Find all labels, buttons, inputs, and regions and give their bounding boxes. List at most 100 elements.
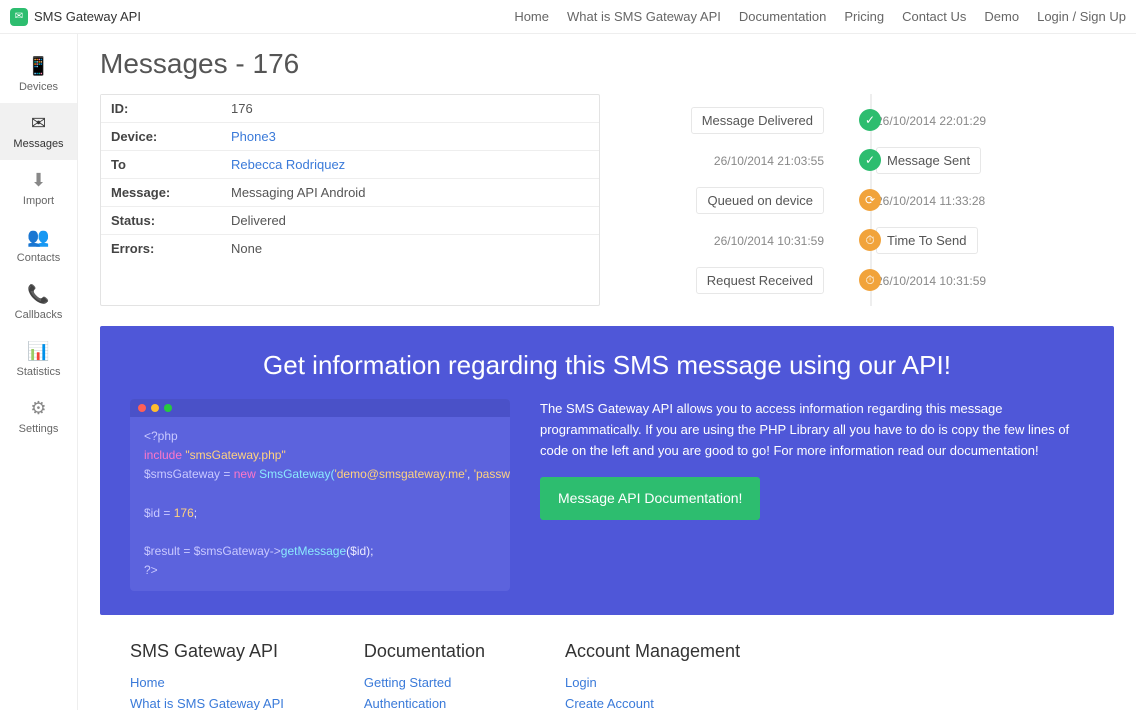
timeline-timestamp: 26/10/2014 10:31:59 xyxy=(876,274,986,288)
timeline-row: Message Delivered ✓ 26/10/2014 22:01:29 xyxy=(626,100,1114,140)
detail-row-message: Message: Messaging API Android xyxy=(101,179,599,207)
nav-demo[interactable]: Demo xyxy=(984,9,1019,24)
detail-value-device-link[interactable]: Phone3 xyxy=(221,123,599,150)
clock-icon: ⏱ xyxy=(859,269,881,291)
nav-documentation[interactable]: Documentation xyxy=(739,9,826,24)
detail-row-errors: Errors: None xyxy=(101,235,599,262)
timeline-pill-sent: Message Sent xyxy=(876,147,981,174)
download-icon: ⬇ xyxy=(31,170,46,191)
detail-value-errors: None xyxy=(221,235,599,262)
detail-section: ID: 176 Device: Phone3 To Rebecca Rodriq… xyxy=(100,94,1114,306)
timeline-row: Queued on device ⟳ 26/10/2014 11:33:28 xyxy=(626,180,1114,220)
chart-icon: 📊 xyxy=(27,341,49,362)
hero-text: The SMS Gateway API allows you to access… xyxy=(540,399,1084,591)
detail-row-to: To Rebecca Rodriquez xyxy=(101,151,599,179)
top-nav: ✉ SMS Gateway API Home What is SMS Gatew… xyxy=(0,0,1136,34)
hero-cta-button[interactable]: Message API Documentation! xyxy=(540,477,760,519)
code-body: <?php include "smsGateway.php" $smsGatew… xyxy=(130,417,510,591)
timeline-timestamp: 26/10/2014 11:33:28 xyxy=(876,194,985,208)
detail-key: ID: xyxy=(101,95,221,122)
status-timeline: Message Delivered ✓ 26/10/2014 22:01:29 … xyxy=(626,94,1114,306)
detail-key: Errors: xyxy=(101,235,221,262)
refresh-icon: ⟳ xyxy=(859,189,881,211)
footer-col-title: SMS Gateway API xyxy=(130,641,284,662)
sidebar-item-callbacks[interactable]: 📞 Callbacks xyxy=(0,274,77,331)
footer-link[interactable]: Login xyxy=(565,672,740,693)
sidebar: 📱 Devices ✉ Messages ⬇ Import 👥 Contacts… xyxy=(0,34,78,710)
timeline-pill-delivered: Message Delivered xyxy=(691,107,824,134)
code-snippet-card: <?php include "smsGateway.php" $smsGatew… xyxy=(130,399,510,591)
window-max-icon xyxy=(164,404,172,412)
detail-value-to-link[interactable]: Rebecca Rodriquez xyxy=(221,151,599,178)
sidebar-item-contacts[interactable]: 👥 Contacts xyxy=(0,217,77,274)
phone-icon: 📱 xyxy=(27,56,49,77)
footer-col-sms-gateway: SMS Gateway API Home What is SMS Gateway… xyxy=(130,641,284,710)
nav-what-is[interactable]: What is SMS Gateway API xyxy=(567,9,721,24)
nav-login-signup[interactable]: Login / Sign Up xyxy=(1037,9,1126,24)
timeline-pill-received: Request Received xyxy=(696,267,824,294)
users-icon: 👥 xyxy=(27,227,49,248)
footer-link[interactable]: Getting Started xyxy=(364,672,485,693)
message-details-table: ID: 176 Device: Phone3 To Rebecca Rodriq… xyxy=(100,94,600,306)
api-hero-banner: Get information regarding this SMS messa… xyxy=(100,326,1114,615)
code-titlebar xyxy=(130,399,510,417)
sidebar-item-label: Contacts xyxy=(17,252,60,264)
nav-contact-us[interactable]: Contact Us xyxy=(902,9,966,24)
detail-row-device: Device: Phone3 xyxy=(101,123,599,151)
timeline-row: 26/10/2014 10:31:59 ⏱ Time To Send xyxy=(626,220,1114,260)
gear-icon: ⚙ xyxy=(30,398,46,419)
detail-key: Status: xyxy=(101,207,221,234)
callback-icon: 📞 xyxy=(27,284,49,305)
page-title: Messages - 176 xyxy=(100,48,1114,80)
brand-icon: ✉ xyxy=(10,8,28,26)
window-min-icon xyxy=(151,404,159,412)
timeline-timestamp: 26/10/2014 22:01:29 xyxy=(876,114,986,128)
sidebar-item-label: Statistics xyxy=(16,366,60,378)
timeline-row: Request Received ⏱ 26/10/2014 10:31:59 xyxy=(626,260,1114,300)
sidebar-item-devices[interactable]: 📱 Devices xyxy=(0,46,77,103)
footer-col-title: Documentation xyxy=(364,641,485,662)
timeline-timestamp: 26/10/2014 21:03:55 xyxy=(714,154,824,168)
sidebar-item-settings[interactable]: ⚙ Settings xyxy=(0,388,77,445)
footer-link[interactable]: What is SMS Gateway API xyxy=(130,693,284,710)
brand[interactable]: ✉ SMS Gateway API xyxy=(10,8,141,26)
detail-value-message: Messaging API Android xyxy=(221,179,599,206)
timeline-pill-queued: Queued on device xyxy=(696,187,824,214)
sidebar-item-messages[interactable]: ✉ Messages xyxy=(0,103,77,160)
sidebar-item-import[interactable]: ⬇ Import xyxy=(0,160,77,217)
sidebar-item-label: Messages xyxy=(13,138,63,150)
footer-col-account: Account Management Login Create Account … xyxy=(565,641,740,710)
nav-pricing[interactable]: Pricing xyxy=(844,9,884,24)
top-nav-links: Home What is SMS Gateway API Documentati… xyxy=(514,9,1126,24)
timeline-pill-time-to-send: Time To Send xyxy=(876,227,978,254)
timeline-row: 26/10/2014 21:03:55 ✓ Message Sent xyxy=(626,140,1114,180)
footer-columns: SMS Gateway API Home What is SMS Gateway… xyxy=(100,615,1114,710)
sidebar-item-statistics[interactable]: 📊 Statistics xyxy=(0,331,77,388)
window-close-icon xyxy=(138,404,146,412)
footer-link[interactable]: Home xyxy=(130,672,284,693)
footer-col-documentation: Documentation Getting Started Authentica… xyxy=(364,641,485,710)
nav-home[interactable]: Home xyxy=(514,9,549,24)
detail-value-status: Delivered xyxy=(221,207,599,234)
footer-col-title: Account Management xyxy=(565,641,740,662)
envelope-icon: ✉ xyxy=(31,113,46,134)
sidebar-item-label: Callbacks xyxy=(15,309,63,321)
hero-body-text: The SMS Gateway API allows you to access… xyxy=(540,399,1084,461)
detail-key: To xyxy=(101,151,221,178)
sidebar-item-label: Settings xyxy=(19,423,59,435)
footer-link[interactable]: Authentication xyxy=(364,693,485,710)
detail-value-id: 176 xyxy=(221,95,599,122)
brand-text: SMS Gateway API xyxy=(34,9,141,24)
clock-icon: ⏱ xyxy=(859,229,881,251)
content-area: Messages - 176 ID: 176 Device: Phone3 To… xyxy=(78,34,1136,710)
detail-row-status: Status: Delivered xyxy=(101,207,599,235)
detail-row-id: ID: 176 xyxy=(101,95,599,123)
timeline-timestamp: 26/10/2014 10:31:59 xyxy=(714,234,824,248)
hero-heading: Get information regarding this SMS messa… xyxy=(130,350,1084,381)
sidebar-item-label: Devices xyxy=(19,81,58,93)
check-icon: ✓ xyxy=(859,149,881,171)
detail-key: Message: xyxy=(101,179,221,206)
detail-key: Device: xyxy=(101,123,221,150)
check-icon: ✓ xyxy=(859,109,881,131)
footer-link[interactable]: Create Account xyxy=(565,693,740,710)
